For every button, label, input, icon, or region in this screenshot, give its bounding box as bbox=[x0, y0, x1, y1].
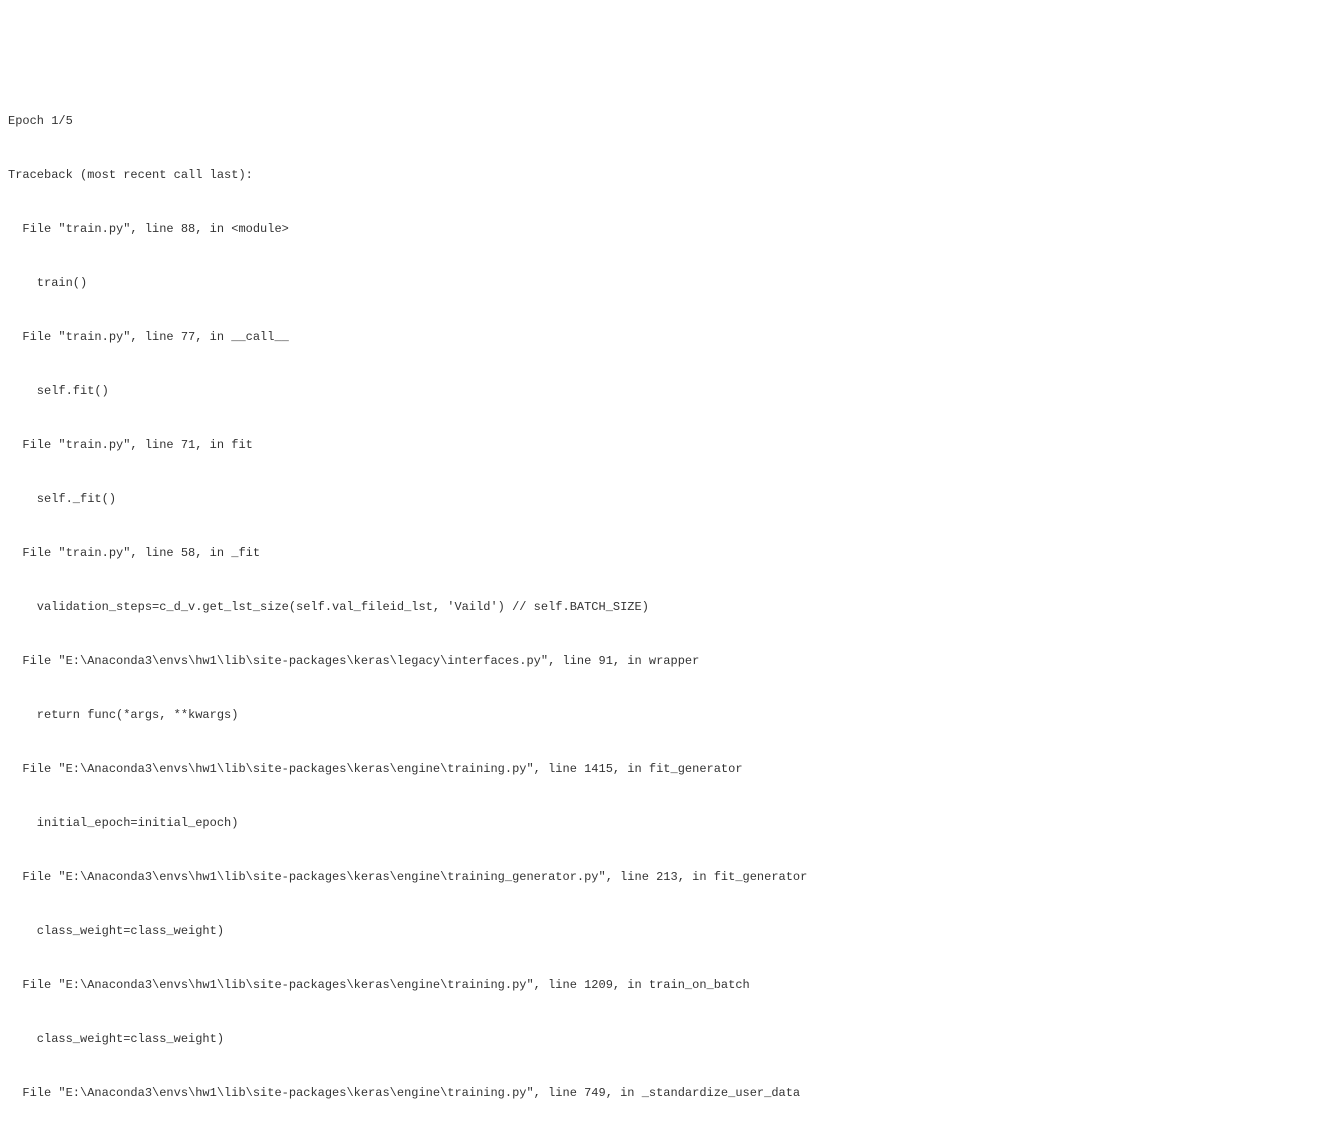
console-line: File "train.py", line 88, in <module> bbox=[8, 220, 1312, 238]
console-line: class_weight=class_weight) bbox=[8, 922, 1312, 940]
console-line: exception_prefix='input') bbox=[8, 1138, 1312, 1140]
console-line: class_weight=class_weight) bbox=[8, 1030, 1312, 1048]
console-line: initial_epoch=initial_epoch) bbox=[8, 814, 1312, 832]
console-line: self.fit() bbox=[8, 382, 1312, 400]
console-line: train() bbox=[8, 274, 1312, 292]
console-line: File "train.py", line 58, in _fit bbox=[8, 544, 1312, 562]
console-line: File "E:\Anaconda3\envs\hw1\lib\site-pac… bbox=[8, 976, 1312, 994]
console-line: File "train.py", line 71, in fit bbox=[8, 436, 1312, 454]
console-line: Epoch 1/5 bbox=[8, 112, 1312, 130]
console-line: validation_steps=c_d_v.get_lst_size(self… bbox=[8, 598, 1312, 616]
console-line: return func(*args, **kwargs) bbox=[8, 706, 1312, 724]
console-line: File "E:\Anaconda3\envs\hw1\lib\site-pac… bbox=[8, 760, 1312, 778]
console-line: File "E:\Anaconda3\envs\hw1\lib\site-pac… bbox=[8, 1084, 1312, 1102]
console-line: File "E:\Anaconda3\envs\hw1\lib\site-pac… bbox=[8, 868, 1312, 886]
console-line: File "E:\Anaconda3\envs\hw1\lib\site-pac… bbox=[8, 652, 1312, 670]
console-line: self._fit() bbox=[8, 490, 1312, 508]
console-line: File "train.py", line 77, in __call__ bbox=[8, 328, 1312, 346]
console-line: Traceback (most recent call last): bbox=[8, 166, 1312, 184]
console-output: Epoch 1/5 Traceback (most recent call la… bbox=[8, 76, 1312, 1140]
